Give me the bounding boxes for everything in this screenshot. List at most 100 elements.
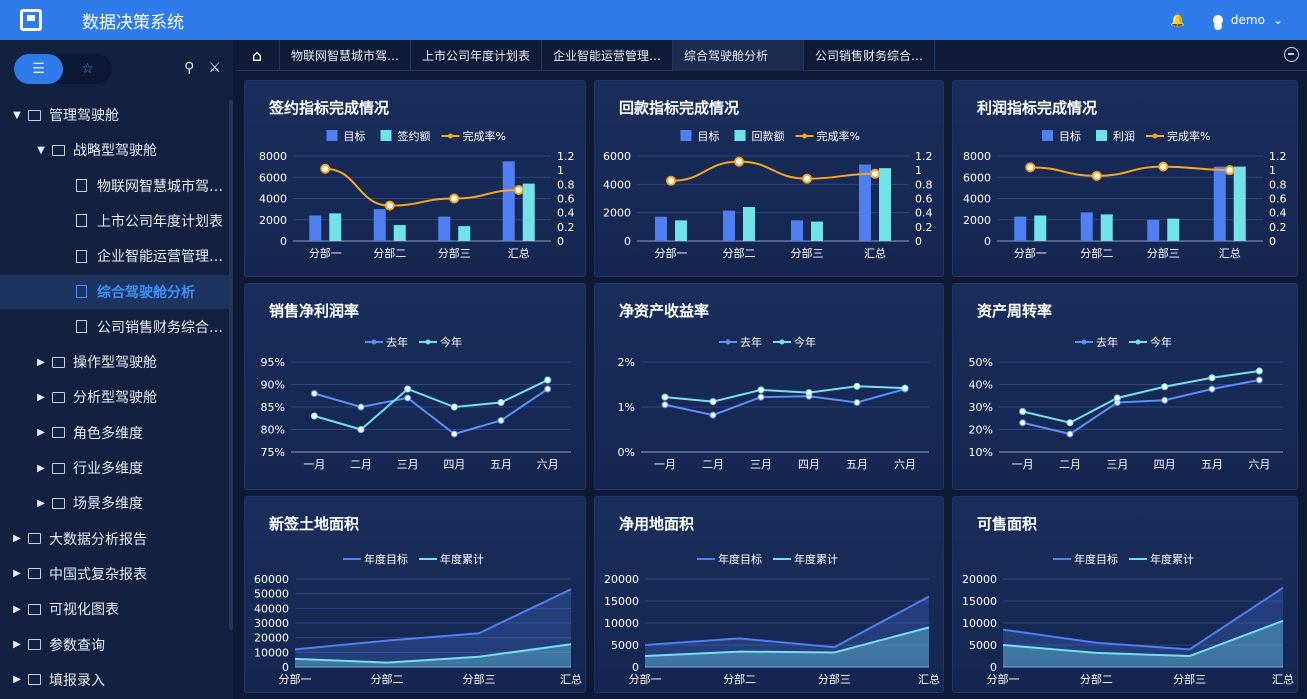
x-tick-label: 一月 xyxy=(654,458,676,471)
favorites-button[interactable]: ☆ xyxy=(63,54,112,84)
tab[interactable]: 公司销售财务综合… xyxy=(804,40,935,71)
sidebar-item[interactable]: 综合驾驶舱分析 xyxy=(0,274,233,309)
legend-label: 今年 xyxy=(440,335,462,349)
app-logo[interactable] xyxy=(20,9,42,31)
y-tick-label: 4000 xyxy=(259,193,287,206)
x-tick-label: 五月 xyxy=(490,458,512,471)
chart-card: 回款指标完成情况 目标 回款额 完成率% 0 2000 4000 6000 分部一 分部二 分部三汇… xyxy=(595,81,943,276)
list-view-button[interactable]: ☰ xyxy=(14,54,63,84)
series-line xyxy=(314,379,549,431)
sidebar-item-label: 分析型驾驶舱 xyxy=(73,390,157,407)
x-tick-label: 六月 xyxy=(1248,458,1270,471)
sidebar-scrollbar[interactable] xyxy=(229,100,233,630)
pin-icon[interactable]: ⚔ xyxy=(208,60,221,76)
legend-dot xyxy=(802,133,807,139)
legend-swatch xyxy=(326,130,338,141)
y-tick-label: 5000 xyxy=(969,639,997,652)
series-point xyxy=(357,403,365,411)
caret-right-icon[interactable]: ▶ xyxy=(34,463,48,474)
y-tick-label: 60000 xyxy=(254,573,289,586)
legend-label: 年度目标 xyxy=(1074,552,1118,566)
series-point xyxy=(544,376,552,384)
home-tab[interactable]: ⌂ xyxy=(235,40,280,71)
caret-down-icon[interactable]: ▼ xyxy=(34,145,48,156)
sidebar-item[interactable]: ▶ 行业多维度 xyxy=(0,451,233,485)
chart-svg: 目标 回款额 完成率%0200040006000分部一 分部二 分部三 汇总00.20.4… xyxy=(603,129,933,260)
caret-right-icon[interactable]: ▶ xyxy=(10,674,24,685)
series-point xyxy=(853,382,861,390)
tab[interactable]: 上市公司年度计划表 xyxy=(411,40,542,71)
y2-tick-label: 0 xyxy=(557,235,564,248)
y-tick-label: 8000 xyxy=(259,150,287,163)
y-tick-label: 75% xyxy=(261,446,285,459)
tab-bar: ⌂ 物联网智慧城市驾… 上市公司年度计划表 企业智能运营管理… 综合驾驶舱分析 公司销售… xyxy=(235,40,1307,71)
y-tick-label: 30% xyxy=(969,401,993,414)
sidebar-item[interactable]: 上市公司年度计划表 xyxy=(0,204,233,238)
y2-tick-label: 0.4 xyxy=(915,207,933,220)
sidebar-item[interactable]: ▶ 可视化图表 xyxy=(0,592,233,626)
caret-right-icon[interactable]: ▶ xyxy=(10,604,24,615)
sidebar-item[interactable]: ▶ 角色多维度 xyxy=(0,416,233,450)
sidebar-item[interactable]: 公司销售财务综合… xyxy=(0,310,233,344)
sidebar-item[interactable]: ▼ 管理驾驶舱 xyxy=(0,98,233,132)
legend-dot xyxy=(448,133,453,139)
legend-label: 年度目标 xyxy=(364,552,408,566)
caret-right-icon[interactable]: ▶ xyxy=(10,533,24,544)
folder-icon xyxy=(52,356,65,368)
folder-icon xyxy=(28,568,41,580)
sidebar-item-label: 上市公司年度计划表 xyxy=(97,213,223,230)
tab[interactable]: 物联网智慧城市驾… xyxy=(280,40,411,71)
sidebar-item[interactable]: 企业智能运营管理… xyxy=(0,239,233,273)
bar xyxy=(522,183,535,241)
caret-right-icon[interactable]: ▶ xyxy=(34,392,48,403)
sidebar-item[interactable]: ▶ 分析型驾驶舱 xyxy=(0,380,233,414)
folder-icon xyxy=(52,427,65,439)
chart-svg: 目标 签约额 完成率%02000400060008000分部一 分部二 分部三 汇总00.… xyxy=(259,129,575,260)
y-tick-label: 2000 xyxy=(259,214,287,227)
y-tick-label: 10000 xyxy=(254,646,289,659)
caret-right-icon[interactable]: ▶ xyxy=(34,498,48,509)
legend-label: 年度累计 xyxy=(440,552,484,566)
tab[interactable]: 企业智能运营管理… xyxy=(542,40,673,71)
search-icon[interactable]: ⚲ xyxy=(184,60,194,76)
y-tick-label: 0% xyxy=(618,446,635,459)
chart-svg: 去年 今年 10% 20% 30% 40% 50% 一月 二月 三月 四月 五月 六月 xyxy=(969,335,1283,471)
y-tick-label: 40000 xyxy=(254,602,289,615)
sidebar-item[interactable]: 物联网智慧城市驾… xyxy=(0,169,233,203)
user-menu[interactable]: demo ⌄ xyxy=(1212,13,1283,27)
folder-icon xyxy=(52,391,65,403)
y2-tick-label: 1 xyxy=(915,164,922,177)
series-point xyxy=(1161,383,1169,391)
sidebar-item[interactable]: ▼ 战略型驾驶舱 xyxy=(0,133,233,167)
sidebar-item[interactable]: ▶ 大数据分析报告 xyxy=(0,522,233,556)
sidebar: ☰ ☆ ⚲ ⚔ ▼ 管理驾驶舱 ▼ 战略型驾驶舱 物联网智慧城市驾… 上市公司年度计划表企… xyxy=(0,40,233,699)
caret-right-icon[interactable]: ▶ xyxy=(10,568,24,579)
chart-card: 新签土地面积 年度目标 年度累计 0 10000 20000 30000 40000 50000… xyxy=(245,497,585,692)
caret-right-icon[interactable]: ▶ xyxy=(10,639,24,650)
legend-swatch xyxy=(1042,130,1053,141)
sidebar-item-label: 参数查询 xyxy=(49,637,105,654)
sidebar-item-label: 战略型驾驶舱 xyxy=(73,143,157,160)
bell-icon[interactable]: 🔔 xyxy=(1170,13,1185,27)
series-point xyxy=(357,426,365,433)
caret-right-icon[interactable]: ▶ xyxy=(34,357,48,368)
sidebar-item-label: 中国式复杂报表 xyxy=(49,566,147,583)
y-tick-label: 5000 xyxy=(611,639,639,652)
sidebar-item-label: 可视化图表 xyxy=(49,602,119,619)
sidebar-item[interactable]: ▶ 参数查询 xyxy=(0,628,233,662)
tab[interactable]: 综合驾驶舱分析 xyxy=(673,40,804,71)
sidebar-item-label: 物联网智慧城市驾… xyxy=(97,178,223,195)
caret-down-icon[interactable]: ▼ xyxy=(10,110,24,121)
sidebar-item[interactable]: ▶ 操作型驾驶舱 xyxy=(0,345,233,379)
sidebar-item[interactable]: ▶ 填报录入 xyxy=(0,663,233,697)
chart-card: 利润指标完成情况 目标 利润 完成率% 0 2000 4000 6000 8000 分部一 分部二分… xyxy=(953,81,1297,276)
caret-right-icon[interactable]: ▶ xyxy=(34,427,48,438)
y-tick-label: 95% xyxy=(261,356,285,369)
legend-label: 完成率% xyxy=(1167,129,1210,143)
sidebar-item[interactable]: ▶ 中国式复杂报表 xyxy=(0,557,233,591)
y2-tick-label: 1 xyxy=(557,164,564,177)
x-tick-label: 汇总 xyxy=(864,246,886,260)
series-point xyxy=(310,390,318,397)
sidebar-item[interactable]: ▶ 场景多维度 xyxy=(0,486,233,520)
close-tabs-icon[interactable] xyxy=(1284,47,1299,62)
